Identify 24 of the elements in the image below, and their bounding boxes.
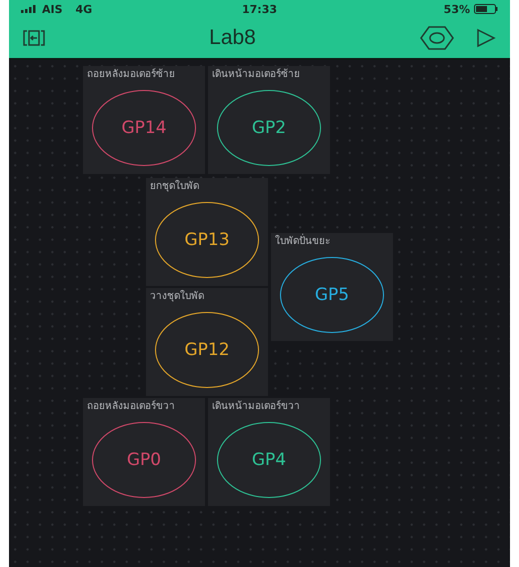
widget-label: ถอยหลังมอเตอร์ซ้าย xyxy=(87,69,176,81)
pin-button[interactable]: GP4 xyxy=(217,422,321,498)
pin-button[interactable]: GP2 xyxy=(217,90,321,166)
widget-label: ถอยหลังมอเตอร์ขวา xyxy=(87,401,176,413)
battery-icon xyxy=(474,4,498,14)
widget-label: วางชุดใบพัด xyxy=(150,291,205,303)
widget-label: ยกชุดใบพัด xyxy=(150,181,200,193)
pin-button[interactable]: GP5 xyxy=(280,257,384,333)
pin-button[interactable]: GP14 xyxy=(92,90,196,166)
widget-label: ใบพัดปั่นขยะ xyxy=(275,236,389,248)
play-icon[interactable] xyxy=(476,28,496,48)
carrier-name: AIS xyxy=(42,2,63,16)
widget-label: เดินหน้ามอเตอร์ขวา xyxy=(212,401,301,413)
signal-icon xyxy=(21,5,37,13)
settings-icon[interactable] xyxy=(420,26,454,50)
battery-percent: 53% xyxy=(444,2,470,16)
pin-button[interactable]: GP13 xyxy=(155,202,259,278)
clock-time: 17:33 xyxy=(242,2,278,16)
pin-button[interactable]: GP0 xyxy=(92,422,196,498)
network-type: 4G xyxy=(76,2,92,16)
pin-button[interactable]: GP12 xyxy=(155,312,259,388)
back-icon[interactable] xyxy=(23,29,45,47)
widget-label: เดินหน้ามอเตอร์ซ้าย xyxy=(212,69,301,81)
project-title: Lab8 xyxy=(208,26,257,50)
